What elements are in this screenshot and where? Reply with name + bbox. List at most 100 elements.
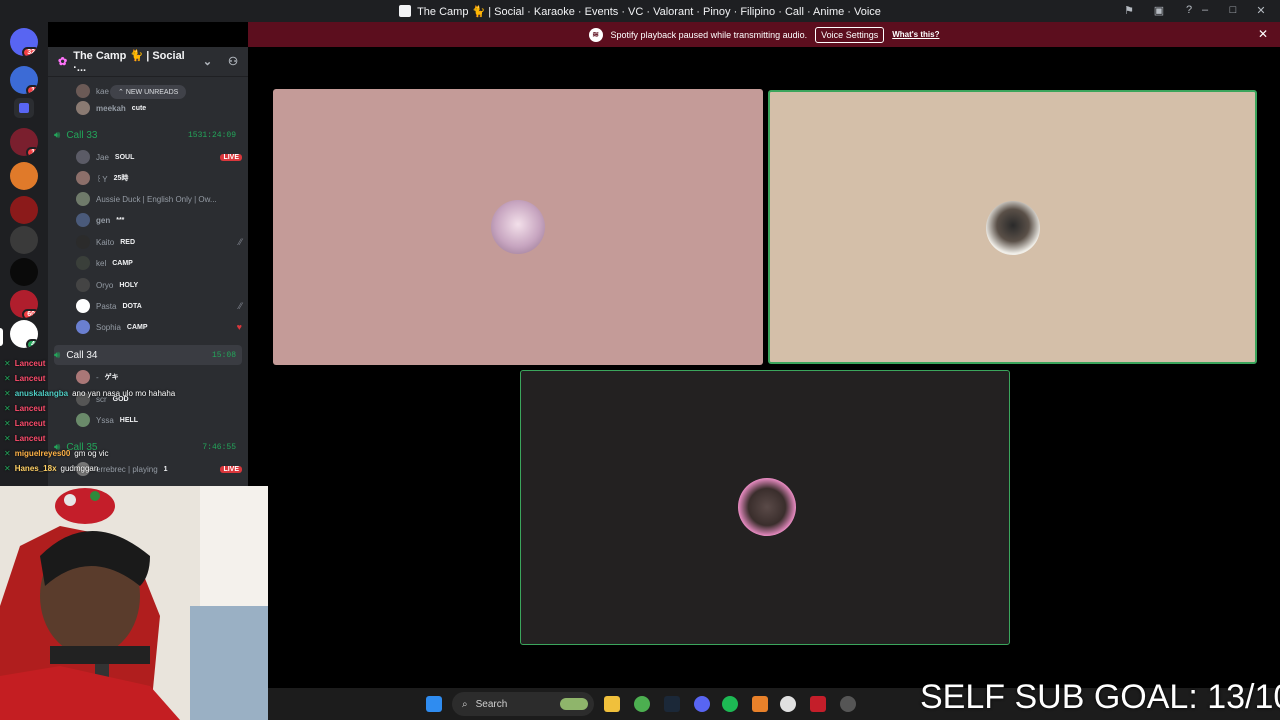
chat-line: ✕ Lanceut xyxy=(4,419,46,428)
server-name: The Camp 🐈 | Social ·... xyxy=(73,50,185,74)
chevron-down-icon[interactable]: ⌄ xyxy=(203,55,212,68)
windows-start-icon[interactable] xyxy=(426,696,442,712)
close-notice-icon[interactable]: ✕ xyxy=(1258,27,1268,41)
member-name: Oryo xyxy=(96,280,114,290)
pizzeria-server-icon[interactable] xyxy=(10,162,38,190)
file-explorer-icon[interactable] xyxy=(604,696,620,712)
voice-member[interactable]: Aussie Duck | English Only | Ow... xyxy=(76,189,242,209)
avatar xyxy=(76,320,90,334)
voice-member[interactable]: Oryo HOLY xyxy=(76,275,242,295)
chat-username: Lanceut xyxy=(14,404,46,413)
obs-icon[interactable] xyxy=(780,696,796,712)
avatar xyxy=(76,171,90,185)
window-titlebar: The Camp 🐈 | Social · Karaoke · Events ·… xyxy=(0,0,1280,22)
member-name: Jae xyxy=(96,152,109,162)
member-tag: SOUL xyxy=(114,153,135,161)
call-timer: 1531:24:09 xyxy=(187,130,236,140)
chat-username: Lanceut xyxy=(14,419,46,428)
whats-this-link[interactable]: What's this? xyxy=(892,30,939,39)
voice-member[interactable]: meekah cute xyxy=(76,98,242,118)
server-header[interactable]: ✿ The Camp 🐈 | Social ·... ⌄ ⚇ xyxy=(48,47,248,77)
avatar xyxy=(76,101,90,115)
voice-channel-call-33[interactable]: 🔊︎ Call 33 1531:24:09 xyxy=(54,125,242,145)
app-icon[interactable] xyxy=(810,696,826,712)
chat-message: ano yan nasa ulo mo hahaha xyxy=(72,389,176,398)
search-icon: ⌕ xyxy=(462,698,468,710)
chat-line: ✕ anuskalangba ano yan nasa ulo mo hahaha xyxy=(4,389,176,398)
member-name: kae xyxy=(96,86,109,96)
server-icon[interactable] xyxy=(10,196,38,224)
voice-member[interactable]: Kaito RED ⁄⁄ xyxy=(76,232,242,252)
server-icon[interactable]: 1 xyxy=(10,128,38,156)
webcam-image xyxy=(0,486,268,720)
server-icon[interactable] xyxy=(10,258,38,286)
participant-avatar xyxy=(491,200,545,254)
the-camp-server-icon[interactable]: 4 xyxy=(10,320,38,348)
invite-icon[interactable]: ⚇ xyxy=(228,55,238,68)
server-icon[interactable]: 1 xyxy=(10,66,38,94)
member-tag: HOLY xyxy=(119,281,139,289)
avatar xyxy=(76,299,90,313)
spotify-taskbar-icon[interactable] xyxy=(722,696,738,712)
deafened-icon: ♥ xyxy=(236,322,242,332)
server-icon[interactable]: 60 xyxy=(10,290,38,318)
titlebar-icons: ⚑ ▣ ? xyxy=(1122,3,1196,17)
selected-server-indicator xyxy=(0,328,3,346)
screen-icon[interactable]: ▣ xyxy=(1152,3,1166,17)
home-badge: 32 xyxy=(22,47,38,56)
stream-chat-overlay: ✕ Lanceut ✕ Lanceut ✕ anuskalangba ano yan n… xyxy=(4,356,244,476)
voice-member[interactable]: gen *** xyxy=(76,210,242,230)
chat-line: ✕ miguelreyes00 gm og vic xyxy=(4,449,109,458)
avatar xyxy=(76,192,90,206)
member-tag: RED xyxy=(120,238,136,246)
maximize-icon[interactable]: □ xyxy=(1226,3,1240,17)
voice-member[interactable]: ꒰Y 25時 xyxy=(76,168,242,188)
voice-settings-button[interactable]: Voice Settings xyxy=(815,26,885,43)
app-icon[interactable] xyxy=(752,696,768,712)
chat-username: Lanceut xyxy=(14,434,46,443)
discord-taskbar-icon[interactable] xyxy=(694,696,710,712)
inbox-icon[interactable]: ⚑ xyxy=(1122,3,1136,17)
muted-icon: ⁄⁄ xyxy=(238,301,242,311)
member-name: meekah xyxy=(96,103,126,113)
spotify-notice-banner: ≋ Spotify playback paused while transmit… xyxy=(248,22,1280,47)
new-unreads-label: NEW UNREADS xyxy=(125,89,179,96)
member-name: Pasta xyxy=(96,301,117,311)
chrome-icon[interactable] xyxy=(634,696,650,712)
avatar xyxy=(76,256,90,270)
close-window-icon[interactable]: ✕ xyxy=(1254,3,1268,17)
steam-icon[interactable] xyxy=(664,696,680,712)
voice-channel-icon: 🔊︎ xyxy=(54,129,61,141)
member-name: Aussie Duck | English Only | Ow... xyxy=(96,194,217,204)
participant-tile-speaking[interactable] xyxy=(768,90,1257,364)
participant-avatar xyxy=(738,478,796,536)
voice-member[interactable]: Pasta DOTA ⁄⁄ xyxy=(76,296,242,316)
voice-member[interactable]: Sophia CAMP ♥ xyxy=(76,317,242,337)
search-label: Search xyxy=(475,698,508,710)
new-unreads-pill[interactable]: ⌃ NEW UNREADS xyxy=(110,85,187,99)
taskbar-search[interactable]: ⌕ Search xyxy=(452,692,594,716)
member-name: gen xyxy=(96,215,111,225)
member-tag: 25時 xyxy=(113,175,129,182)
streamer-webcam xyxy=(0,486,268,720)
search-highlight-icon xyxy=(560,698,588,710)
member-tag: DOTA xyxy=(122,302,142,310)
participant-tile[interactable] xyxy=(520,370,1010,645)
window-controls: – □ ✕ xyxy=(1198,3,1268,17)
help-icon[interactable]: ? xyxy=(1182,3,1196,17)
folder-icon[interactable] xyxy=(14,98,34,118)
chat-line: ✕ Lanceut xyxy=(4,404,46,413)
voice-member[interactable]: kel CAMP xyxy=(76,253,242,273)
member-tag: cute xyxy=(131,104,147,112)
voice-member[interactable]: Jae SOUL LIVE xyxy=(76,147,242,167)
chat-username: anuskalangba xyxy=(14,389,69,398)
participant-tile[interactable] xyxy=(273,89,763,365)
server-badge: 4 xyxy=(26,339,38,348)
server-icon[interactable] xyxy=(10,226,38,254)
participant-avatar xyxy=(986,201,1040,255)
app-icon[interactable] xyxy=(840,696,856,712)
home-button[interactable]: 32 xyxy=(10,28,38,56)
chat-message: gm og vic xyxy=(74,449,109,458)
minimize-icon[interactable]: – xyxy=(1198,3,1212,17)
chat-line: ✕ Lanceut xyxy=(4,359,46,368)
